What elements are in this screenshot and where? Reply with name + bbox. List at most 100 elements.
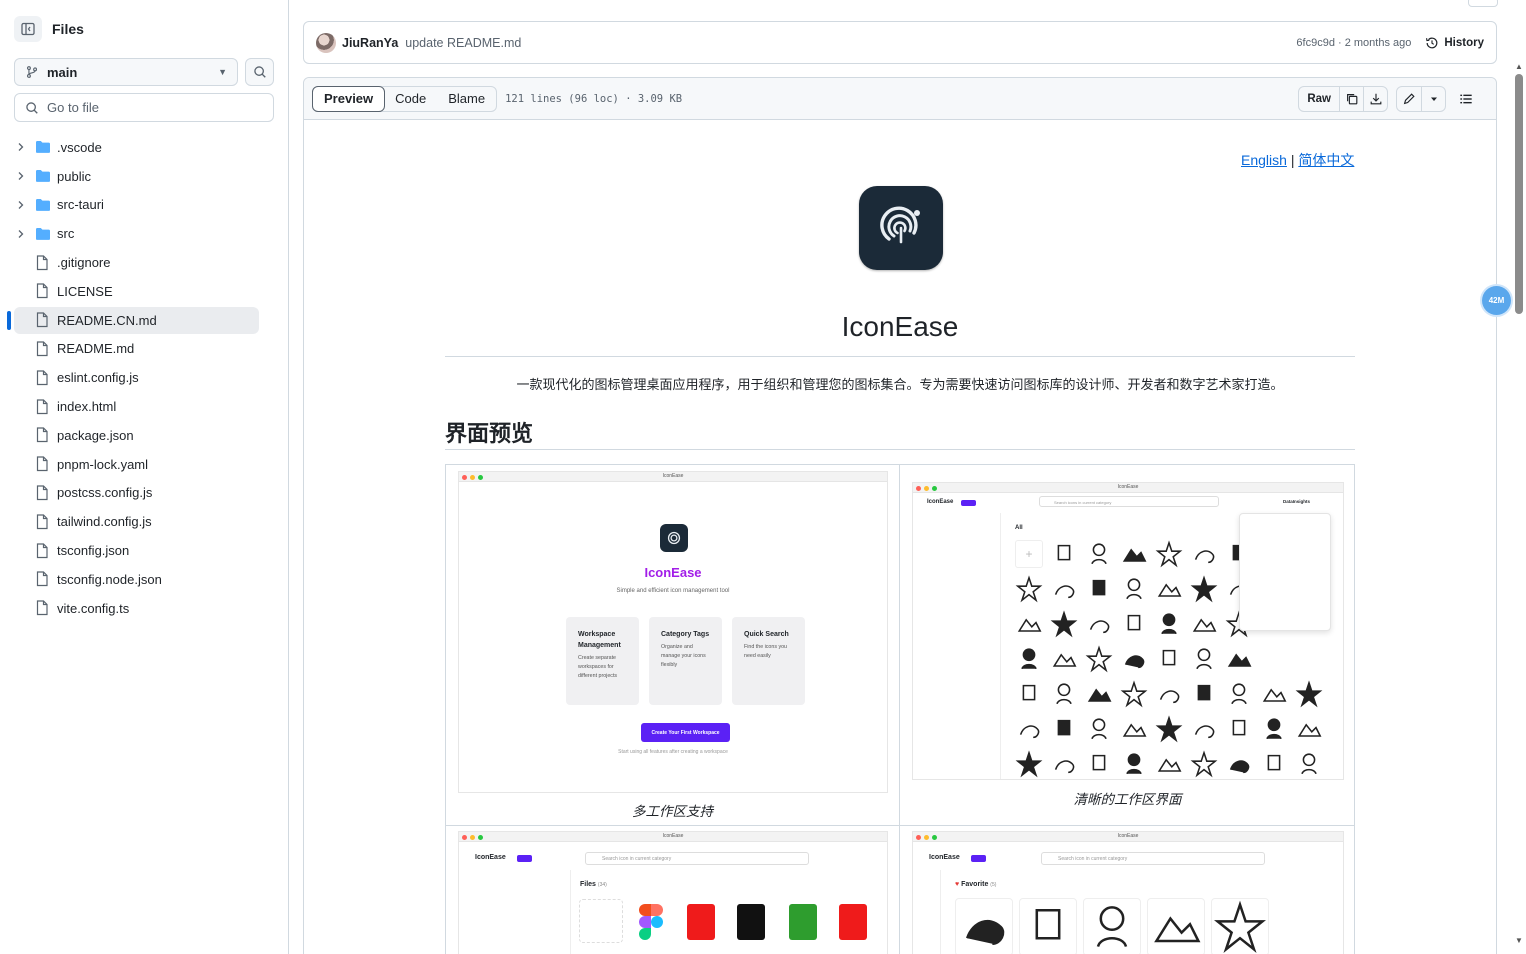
scrollbar-thumb[interactable]: [1515, 74, 1523, 314]
file-icon: [35, 571, 51, 587]
mock-brand: IconEase: [475, 854, 506, 861]
screenshot-table: IconEase IconEase Simple and efficient i…: [445, 464, 1355, 954]
illustration-icon: [1120, 575, 1148, 603]
illustration-icon: [1050, 750, 1078, 778]
illustration-icon: [1120, 680, 1148, 708]
download-button[interactable]: [1363, 86, 1387, 111]
folder-icon: [35, 226, 51, 242]
illustration-icon: [1015, 715, 1043, 743]
tree-folder[interactable]: public: [0, 162, 288, 191]
mock-sidebar: [459, 870, 571, 954]
illustration-icon: [1085, 540, 1113, 568]
commit-message[interactable]: update README.md: [405, 36, 521, 50]
tab-blame[interactable]: Blame: [437, 87, 496, 111]
illustration-icon: [1225, 750, 1253, 778]
feature-card-body: Find the icons you need easily: [744, 644, 787, 659]
tree-file[interactable]: package.json: [0, 421, 288, 450]
edit-options-dropdown[interactable]: [1421, 86, 1445, 111]
chevron-right-icon[interactable]: [17, 141, 27, 153]
chevron-right-icon[interactable]: [17, 228, 27, 240]
chinese-link[interactable]: 简体中文: [1298, 152, 1354, 168]
tree-item-label: public: [57, 168, 91, 184]
screenshot-workspace: IconEase IconEase Search icons in curren…: [912, 482, 1344, 780]
illustration-icon: [1085, 610, 1113, 638]
tree-folder[interactable]: src: [0, 219, 288, 248]
illustration-icon: [1050, 540, 1078, 568]
sidebar-title: Files: [52, 21, 84, 37]
page-scrollbar[interactable]: ▲ ▼: [1512, 60, 1526, 954]
tree-file[interactable]: vite.config.ts: [0, 594, 288, 623]
branch-selector[interactable]: main ▼: [14, 58, 238, 86]
tree-file[interactable]: pnpm-lock.yaml: [0, 450, 288, 479]
chevron-right-icon[interactable]: [17, 199, 27, 211]
edit-file-button[interactable]: [1397, 87, 1421, 111]
tree-item-label: vite.config.ts: [57, 600, 130, 616]
english-link[interactable]: English: [1241, 152, 1287, 168]
chevron-down-icon: [1430, 97, 1437, 101]
raw-button[interactable]: Raw: [1299, 87, 1339, 111]
history-button[interactable]: History: [1425, 36, 1484, 50]
tree-file[interactable]: eslint.config.js: [0, 363, 288, 392]
screenshot-caption: 多工作区支持: [632, 804, 713, 819]
mock-add-tile: [579, 899, 623, 943]
tree-item-label: postcss.config.js: [57, 485, 153, 501]
tree-file[interactable]: tsconfig.node.json: [0, 565, 288, 594]
illustration-icon: [1190, 575, 1218, 603]
tree-file[interactable]: .gitignore: [0, 248, 288, 277]
tab-code[interactable]: Code: [384, 87, 437, 111]
feature-card: Quick Search Find the icons you need eas…: [732, 617, 805, 705]
tree-file[interactable]: README.md: [0, 335, 288, 364]
file-viewer-header: Preview Code Blame 121 lines (96 loc) · …: [304, 78, 1496, 120]
commit-author[interactable]: JiuRanYa: [342, 36, 398, 50]
tree-file[interactable]: index.html: [0, 392, 288, 421]
illustration-icon: [1050, 645, 1078, 673]
illustration-icon: [1190, 680, 1218, 708]
window-titlebar: IconEase: [913, 483, 1343, 493]
tree-item-label: pnpm-lock.yaml: [57, 456, 149, 472]
view-mode-tabs: Preview Code Blame: [312, 85, 498, 112]
tree-folder[interactable]: src-tauri: [0, 191, 288, 220]
search-files-button[interactable]: [245, 58, 274, 86]
illustration-icon: [1155, 680, 1183, 708]
txt-file-icon: [737, 904, 765, 940]
illustration-icon: [1015, 575, 1043, 603]
scroll-down-icon[interactable]: ▼: [1515, 936, 1523, 945]
illustration-icon: [1295, 715, 1323, 743]
commit-meta[interactable]: 6fc9c9d · 2 months ago: [1296, 37, 1411, 49]
collapse-sidebar-button[interactable]: [14, 16, 42, 42]
tab-preview[interactable]: Preview: [312, 85, 386, 112]
tree-file[interactable]: postcss.config.js: [0, 479, 288, 508]
go-to-file-input[interactable]: Go to file: [14, 93, 274, 122]
feature-card-title: Quick Search: [744, 631, 789, 638]
tree-file[interactable]: tsconfig.json: [0, 536, 288, 565]
file-icon: [35, 370, 51, 386]
avatar[interactable]: [316, 32, 336, 53]
tree-file[interactable]: LICENSE: [0, 277, 288, 306]
app-logo-icon: [667, 531, 681, 545]
file-icon: [35, 427, 51, 443]
raw-actions-group: Raw: [1298, 85, 1388, 112]
file-tree: .vscode public src-tauri src .gitignore LICEN…: [0, 133, 288, 623]
illustration-icon: [1050, 715, 1078, 743]
history-icon: [1426, 37, 1438, 48]
file-stats: 121 lines (96 loc) · 3.09 KB: [505, 92, 683, 105]
screenshot-favorites: IconEase IconEase Search icon in current…: [912, 831, 1344, 954]
floating-badge[interactable]: 42M: [1482, 286, 1511, 315]
screenshot-caption: 清晰的工作区界面: [1073, 792, 1182, 807]
mock-section-count: (34): [597, 882, 607, 888]
top-button-stub[interactable]: [1468, 0, 1498, 7]
favorite-illustration-icon: [1083, 898, 1141, 954]
tree-file[interactable]: README.CN.md: [0, 306, 288, 335]
illustration-icon: [1120, 540, 1148, 568]
outline-button[interactable]: [1452, 86, 1480, 112]
illustration-icon: [1225, 715, 1253, 743]
copy-raw-button[interactable]: [1339, 86, 1363, 111]
tree-item-label: tsconfig.json: [57, 543, 130, 559]
tree-folder[interactable]: .vscode: [0, 133, 288, 162]
scroll-up-icon[interactable]: ▲: [1515, 62, 1523, 71]
tree-file[interactable]: tailwind.config.js: [0, 507, 288, 536]
screenshot-cell-favorites: IconEase IconEase Search icon in current…: [900, 826, 1355, 954]
tree-item-label: README.md: [57, 341, 135, 357]
chevron-right-icon[interactable]: [17, 170, 27, 182]
illustration-icon: [1155, 645, 1183, 673]
